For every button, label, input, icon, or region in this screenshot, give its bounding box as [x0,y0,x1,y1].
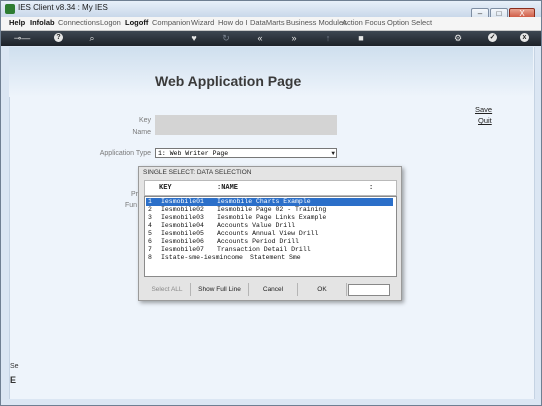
select-all-button[interactable]: Select ALL [144,283,191,296]
back-icon[interactable]: « [253,32,267,44]
dialog-button-bar: Select ALL Show Full Line Cancel OK [144,283,395,297]
key-icon[interactable]: ⊸— [11,32,33,44]
help-icon[interactable]: ? [54,33,63,42]
menu-companion[interactable]: Companion [152,18,190,27]
name-label: Name [132,129,151,136]
cancel-button[interactable]: Cancel [249,283,298,296]
app-window: IES Client v8.34 : My IES – □ X Help Infol… [0,0,542,406]
list-item[interactable]: 2 Iesmobile02 Iesmobile Page 02 - Training [146,206,393,214]
quit-link[interactable]: Quit [478,116,492,125]
menu-logoff[interactable]: Logoff [125,18,148,27]
key-label: Key [138,117,151,124]
dialog-title: SINGLE SELECT: DATA SELECTION [143,169,252,176]
menu-help[interactable]: Help [9,18,25,27]
data-selection-dialog: SINGLE SELECT: DATA SELECTION KEY :NAME … [138,166,402,301]
header-band [9,47,533,97]
ok-button[interactable]: OK [298,283,347,296]
toolbar: ⊸— ? ⌕ ♥ ↻ « » ↑ ■ ⚙ ✓ x [1,31,541,46]
page-title: Web Application Page [155,73,302,89]
list-item[interactable]: 6 Iesmobile06 Accounts Period Drill [146,238,393,246]
menu-infolab[interactable]: Infolab [30,18,55,27]
list-item[interactable]: 3 Iesmobile03 Iesmobile Page Links Example [146,214,393,222]
refresh-icon[interactable]: ↻ [219,32,233,44]
menu-wizard[interactable]: Wizard [191,18,214,27]
column-name-header: :NAME [217,184,239,192]
search-icon[interactable]: ⌕ [85,32,99,44]
list-item[interactable]: 8 Istate-sme-iesmincome Statement Sme [146,254,393,262]
up-icon[interactable]: ↑ [321,32,335,44]
menu-option-select[interactable]: Option Select [387,18,432,27]
chevron-down-icon[interactable]: ▼ [331,149,335,159]
forward-icon[interactable]: » [287,32,301,44]
stop-icon[interactable]: ■ [354,32,368,44]
menu-bar: Help Infolab Connections Logon Logoff Co… [1,17,541,31]
menu-business-modules[interactable]: Business Modules [286,18,347,27]
heart-icon[interactable]: ♥ [187,32,201,44]
check-icon[interactable]: ✓ [488,33,497,42]
menu-how-do-i[interactable]: How do I [218,18,248,27]
settings-icon[interactable]: ⚙ [451,32,465,44]
partial-label-fun: Fun [125,202,138,209]
column-end-header: : [369,184,374,192]
list-item[interactable]: 1 Iesmobile01 Iesmobile Charts Example [146,198,393,206]
window-title: IES Client v8.34 : My IES [18,3,108,12]
title-bar: IES Client v8.34 : My IES – □ X [1,1,541,21]
application-type-select[interactable]: 1: Web Writer Page ▼ [155,148,337,158]
menu-connections[interactable]: Connections [58,18,100,27]
key-name-field[interactable] [155,115,337,135]
search-input[interactable] [348,284,390,296]
close-icon[interactable]: x [520,33,529,42]
partial-left-label: Se [10,363,19,370]
menu-logon[interactable]: Logon [100,18,121,27]
partial-label-pr: Pr [131,191,138,198]
app-logo-icon [5,4,15,14]
partial-left-icon: E [10,375,17,385]
list-item[interactable]: 4 Iesmobile04 Accounts Value Drill [146,222,393,230]
dialog-header: KEY :NAME : [144,180,397,196]
list-item[interactable]: 5 Iesmobile05 Accounts Annual View Drill [146,230,393,238]
save-link[interactable]: Save [475,105,492,114]
column-key-header: KEY [159,184,172,192]
application-type-value: 1: Web Writer Page [158,150,229,157]
application-type-label: Application Type [99,150,151,157]
selection-list[interactable]: 1 Iesmobile01 Iesmobile Charts Example 2 Ie… [144,196,397,277]
show-full-line-button[interactable]: Show Full Line [191,283,249,296]
menu-datamarts[interactable]: DataMarts [250,18,285,27]
list-item[interactable]: 7 Iesmobile07 Transaction Detail Drill [146,246,393,254]
menu-action-focus[interactable]: Action Focus [342,18,385,27]
